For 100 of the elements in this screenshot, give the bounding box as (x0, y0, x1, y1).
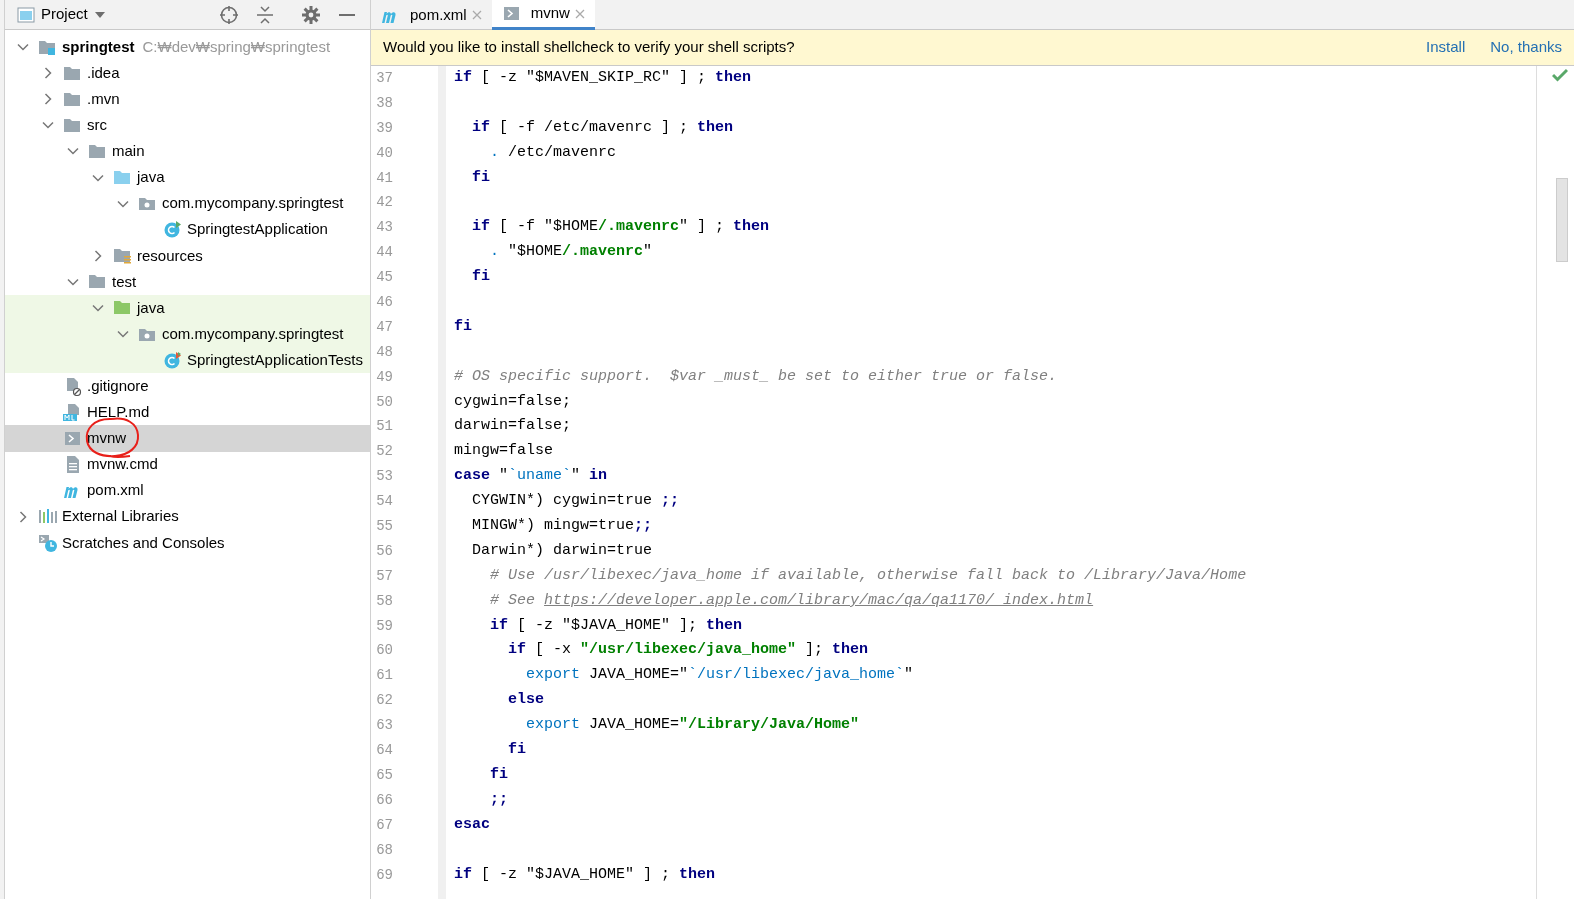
line-number: 42 (375, 193, 394, 213)
tree-item[interactable]: com.mycompany.springtest (162, 192, 344, 215)
code-line: if [ -f "$HOME/.mavenrc" ] ; then (471, 217, 770, 238)
notification-link[interactable]: Install (1426, 36, 1466, 59)
tree-item[interactable]: mvnw.cmd (87, 453, 158, 476)
line-number: 64 (375, 741, 394, 761)
tree-item[interactable]: mvnw (87, 427, 127, 450)
line-number: 61 (375, 666, 394, 686)
scrollbar-thumb[interactable] (1556, 178, 1568, 262)
line-number: 38 (375, 93, 394, 113)
line-number: 54 (375, 492, 394, 512)
collapse-all-icon[interactable] (256, 5, 274, 24)
tree-item[interactable]: java (137, 296, 165, 320)
window-icon (17, 6, 35, 23)
code-line: if [ -z "$MAVEN_SKIP_RC" ] ; then (454, 68, 752, 88)
notification-message: Would you like to install shellcheck to verify your shell scripts? (383, 37, 796, 58)
code-line: . /etc/mavenrc (489, 142, 617, 163)
chevron-down-icon[interactable] (92, 302, 104, 314)
tree-item[interactable]: main (112, 140, 145, 163)
terminal-icon (501, 4, 522, 23)
line-number: 41 (375, 168, 394, 188)
close-icon[interactable] (574, 8, 585, 19)
line-number: 66 (375, 790, 394, 810)
code-line: ;; (489, 789, 508, 810)
code-line: fi (471, 167, 490, 188)
tree-item[interactable]: resources (137, 244, 203, 268)
code-line: if [ -x "/usr/libexec/java_home" ]; then (507, 640, 869, 661)
line-number: 56 (375, 541, 394, 561)
line-number: 37 (375, 69, 394, 88)
scratches-icon (38, 533, 58, 553)
code-line: cygwin=false; (454, 391, 572, 412)
line-number: 57 (375, 566, 394, 586)
code-line: if [ -z "$JAVA_HOME" ]; then (489, 615, 743, 636)
tree-item[interactable]: src (87, 114, 107, 137)
folder-icon (113, 246, 133, 266)
code-line: Darwin*) darwin=true (471, 540, 653, 561)
tree-item[interactable]: java (137, 166, 165, 189)
line-number: 52 (375, 442, 394, 462)
line-number: 58 (375, 591, 394, 611)
checkmark-icon (1552, 68, 1568, 82)
chevron-right-icon[interactable] (42, 67, 54, 80)
line-number: 60 (375, 641, 394, 661)
line-number: 46 (375, 293, 394, 312)
line-number: 44 (375, 243, 394, 263)
chevron-right-icon[interactable] (17, 510, 29, 523)
chevron-right-icon[interactable] (42, 93, 54, 106)
class-icon (163, 220, 183, 240)
code-line: fi (507, 740, 526, 761)
code-line: export JAVA_HOME="/Library/Java/Home" (525, 715, 860, 736)
tree-item[interactable]: springtest (62, 35, 135, 59)
code-line: mingw=false (454, 441, 554, 462)
line-number: 47 (375, 317, 394, 337)
line-number: 51 (375, 417, 394, 437)
code-line: . "$HOME/.mavenrc" (489, 242, 653, 263)
line-number: 39 (375, 118, 394, 138)
code-line: fi (471, 267, 490, 288)
line-number: 50 (375, 392, 394, 412)
code-line: if [ -f /etc/mavenrc ] ; then (471, 117, 734, 138)
code-line: esac (454, 814, 490, 835)
editor-tab[interactable]: pom.xml (371, 0, 492, 30)
line-number: 69 (375, 865, 394, 885)
class-icon (163, 350, 183, 370)
line-number: 40 (375, 143, 394, 163)
close-icon[interactable] (471, 10, 482, 20)
tree-item[interactable]: External Libraries (62, 505, 179, 528)
locate-icon[interactable] (220, 5, 238, 24)
line-number: 55 (375, 517, 394, 537)
tree-item[interactable]: .idea (87, 61, 120, 85)
tree-item[interactable]: .mvn (87, 88, 120, 111)
code-line: else (507, 690, 544, 711)
panel-title[interactable]: Project (41, 3, 88, 26)
code-line: darwin=false; (454, 416, 572, 437)
line-number: 59 (375, 616, 394, 636)
tree-item[interactable]: .gitignore (87, 375, 149, 398)
editor-tab[interactable]: mvnw (491, 0, 595, 30)
tree-item[interactable]: HELP.md (87, 401, 150, 424)
line-number: 67 (375, 815, 394, 835)
line-number: 62 (375, 691, 394, 711)
code-line: # Use /usr/libexec/java_home if available, otherwise fall back to /Library/Java/Home (489, 565, 1247, 586)
project-path: C:₩dev₩spring₩springtest (142, 36, 331, 57)
tree-item[interactable]: pom.xml (87, 479, 144, 502)
line-number: 68 (375, 840, 394, 860)
code-line: fi (454, 316, 472, 337)
code-line: # OS specific support. $var _must_ be set to either true or false. (454, 366, 1058, 387)
tree-item[interactable]: SpringtestApplication (187, 218, 328, 241)
code-line: # See https://developer.apple.com/library/mac/qa/qa1170/_index.html (489, 590, 1094, 611)
code-line: fi (489, 764, 508, 785)
settings-icon[interactable] (302, 5, 320, 24)
line-number: 48 (375, 342, 394, 362)
tree-item[interactable]: test (112, 270, 137, 294)
tree-item[interactable]: Scratches and Consoles (62, 531, 225, 555)
code-line: if [ -z "$JAVA_HOME" ] ; then (454, 864, 716, 885)
notification-link[interactable]: No, thanks (1490, 36, 1562, 59)
chevron-right-icon[interactable] (92, 249, 104, 262)
line-number: 63 (375, 716, 394, 736)
line-number: 49 (375, 367, 394, 387)
folder-icon (113, 168, 133, 187)
line-number: 53 (375, 467, 394, 487)
dropdown-caret-icon[interactable] (93, 10, 106, 19)
code-line: CYGWIN*) cygwin=true ;; (471, 491, 680, 512)
